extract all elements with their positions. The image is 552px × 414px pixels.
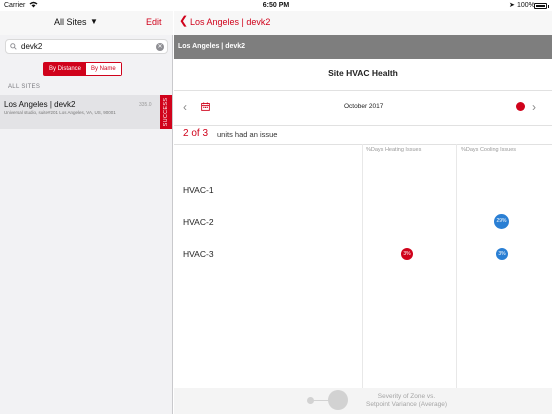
calendar-icon[interactable] [201,102,210,111]
share-icon[interactable] [516,102,525,111]
search-icon [10,43,17,50]
legend-small-circle [307,397,314,404]
site-distance: 335.0 [139,102,152,108]
section-header: ALL SITES [8,84,41,90]
cooling-column-header: %Days Cooling Issues [461,147,517,153]
site-detail: ❮ Los Angeles | devk2 Los Angeles | devk… [174,11,552,414]
back-button[interactable]: Los Angeles | devk2 [190,17,270,27]
issue-count: 2 of 3 [183,128,209,139]
battery-tip [548,5,549,8]
location-icon: ➤ [509,2,515,9]
unit-name[interactable]: HVAC-2 [183,217,214,227]
month-label: October 2017 [344,103,384,110]
heating-column-header: %Days Heating Issues [366,147,422,153]
unit-name[interactable]: HVAC-1 [183,185,214,195]
sort-by-name-button[interactable]: By Name [86,63,121,75]
divider [174,125,552,126]
legend-text: Severity of Zone vs. Setpoint Variance (… [366,393,447,409]
divider [174,90,552,91]
sites-filter-title[interactable]: All Sites [54,17,87,27]
clear-icon[interactable]: ✕ [156,43,164,51]
site-address: Universal studio, suite#201 Los Angeles,… [4,110,116,115]
site-title-bar: Los Angeles | devk2 [174,35,552,59]
site-list-item[interactable]: Los Angeles | devk2 335.0 Universal stud… [0,95,172,129]
heating-issue-bubble[interactable]: 3% [401,248,413,260]
sites-sidebar: All Sites ▼ Edit devk2 ✕ By Distance By … [0,11,173,414]
sort-by-distance-button[interactable]: By Distance [44,63,87,75]
cooling-issue-bubble[interactable]: 3% [496,248,508,260]
status-badge-label: SUCCESS [163,97,169,127]
legend-large-circle [328,390,348,410]
sort-segmented-control: By Distance By Name [43,62,122,76]
divider [174,144,552,145]
search-value: devk2 [21,42,43,51]
sidebar-header: All Sites ▼ Edit [0,11,173,35]
column-divider [362,144,363,388]
site-title: Los Angeles | devk2 [178,43,246,50]
back-chevron-icon[interactable]: ❮ [179,16,188,27]
search-input[interactable]: devk2 ✕ [5,39,168,54]
card-title: Site HVAC Health [328,68,398,78]
legend: Severity of Zone vs. Setpoint Variance (… [174,388,552,414]
battery-percent: 100% [517,2,535,9]
prev-chevron-icon[interactable]: ‹ [183,100,187,114]
legend-line-1: Severity of Zone vs. [377,393,436,400]
battery-icon [534,3,547,9]
status-bar: Carrier 6:50 PM ➤ 100% [0,0,552,11]
dropdown-caret-icon[interactable]: ▼ [90,17,98,26]
clock: 6:50 PM [262,2,290,9]
status-badge: SUCCESS [160,95,172,129]
column-divider [456,144,457,388]
issue-summary: units had an issue [217,130,278,139]
site-name: Los Angeles | devk2 [4,100,76,109]
unit-name[interactable]: HVAC-3 [183,249,214,259]
legend-line-2: Setpoint Variance (Average) [366,401,448,408]
edit-button[interactable]: Edit [146,17,162,27]
cooling-issue-bubble[interactable]: 29% [494,214,509,229]
navigation-bar: ❮ Los Angeles | devk2 [174,11,552,35]
next-chevron-icon[interactable]: › [532,100,536,114]
